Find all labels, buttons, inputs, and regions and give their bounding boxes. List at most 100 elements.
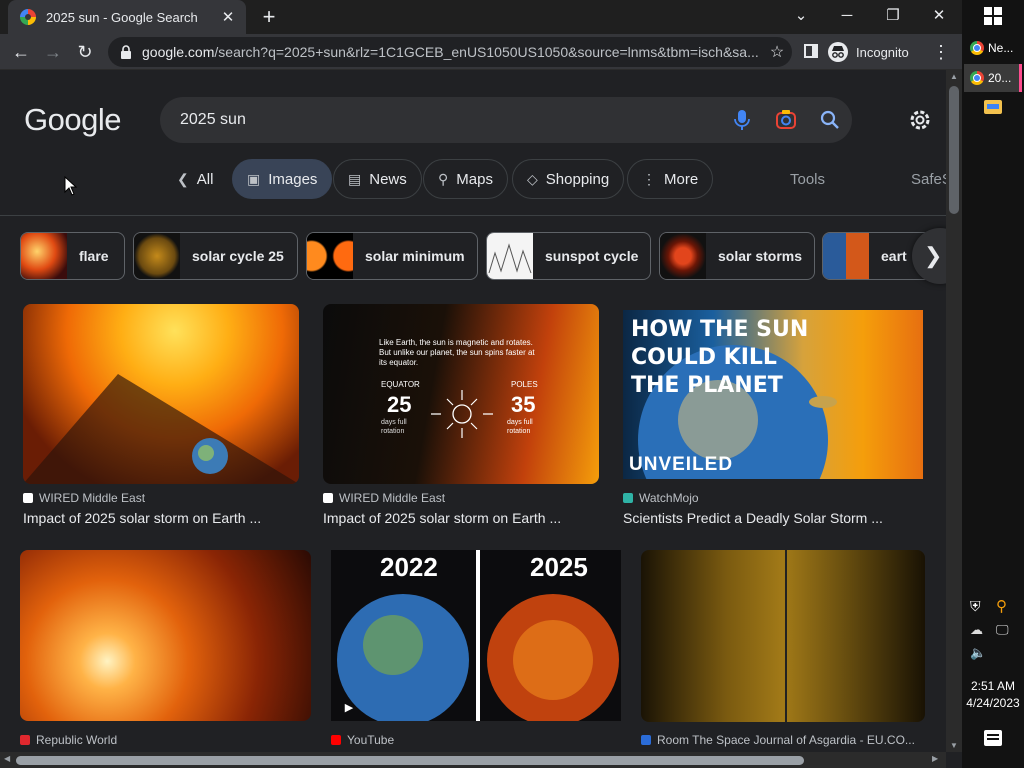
scroll-up-icon[interactable]: ▲ [946, 72, 962, 81]
settings-gear-icon[interactable] [906, 106, 934, 134]
result-thumbnail[interactable] [23, 304, 299, 484]
result-source[interactable]: WIRED Middle East [323, 491, 445, 505]
incognito-icon [828, 42, 848, 62]
result-title[interactable]: Scientists Predict a Deadly Solar Storm … [623, 510, 883, 526]
search-icon[interactable] [808, 97, 852, 143]
lock-icon [121, 45, 131, 59]
tab-maps-label: Maps [456, 170, 493, 188]
browser-tab[interactable]: 2025 sun - Google Search ✕ [8, 0, 246, 34]
image-result-2[interactable]: Like Earth, the sun is magnetic and rota… [323, 304, 599, 534]
incognito-label: Incognito [856, 44, 909, 60]
search-magnifier-icon[interactable]: ⚲ [996, 597, 1007, 615]
tab-images[interactable]: ▣ Images [232, 159, 333, 199]
tab-all[interactable]: ❮ All [162, 159, 228, 199]
tab-shopping[interactable]: ◇ Shopping [512, 159, 625, 199]
side-panel-icon[interactable] [796, 34, 826, 70]
image-result-3[interactable]: HOW THE SUN COULD KILL THE PLANET UNVEIL… [623, 304, 923, 534]
equator-label: EQUATOR [381, 380, 420, 389]
tab-images-label: Images [268, 170, 318, 188]
poles-unit: days full rotation [507, 419, 533, 435]
url-host: google.com [142, 44, 215, 60]
notification-center-icon[interactable] [984, 730, 1002, 746]
image-result-1[interactable]: WIRED Middle East Impact of 2025 solar s… [23, 304, 299, 534]
restore-button[interactable]: ❐ [870, 0, 916, 34]
search-input[interactable]: 2025 sun [180, 111, 720, 129]
year-2022-label: 2022 [380, 552, 438, 582]
address-bar[interactable]: google.com/search?q=2025+sun&rlz=1C1GCEB… [108, 37, 792, 67]
result-source[interactable]: WatchMojo [623, 491, 699, 505]
chip-solar-storms[interactable]: solar storms [659, 232, 815, 280]
safesearch-button[interactable]: SafeS [896, 159, 946, 199]
chip-sunspot-cycle[interactable]: sunspot cycle [486, 232, 651, 280]
system-clock[interactable]: 2:51 AM 4/24/2023 [962, 678, 1024, 712]
scroll-down-icon[interactable]: ▼ [946, 741, 962, 750]
chip-label: solar storms [718, 248, 803, 264]
poles-value: 35 [511, 392, 536, 417]
google-lens-icon[interactable] [764, 97, 808, 143]
taskbar-chrome-window-2[interactable]: 20... [964, 64, 1022, 92]
windows-start-icon[interactable] [984, 7, 1002, 30]
map-pin-icon: ⚲ [438, 170, 449, 187]
chip-label: flare [79, 248, 109, 264]
close-tab-icon[interactable]: ✕ [218, 8, 238, 26]
tag-icon: ◇ [527, 170, 538, 187]
result-thumbnail[interactable] [641, 550, 925, 722]
infographic-text: Like Earth, the sun is magnetic and rota… [379, 338, 535, 367]
network-icon[interactable]: 🖵 [996, 622, 1009, 638]
chrome-icon [970, 41, 984, 55]
source-name: WIRED Middle East [39, 491, 146, 505]
result-source[interactable]: Republic World [20, 733, 117, 747]
result-title[interactable]: Impact of 2025 solar storm on Earth ... [323, 510, 561, 526]
result-thumbnail[interactable]: HOW THE SUN COULD KILL THE PLANET UNVEIL… [623, 310, 923, 479]
vertical-scroll-thumb[interactable] [949, 86, 959, 214]
search-box[interactable]: 2025 sun [160, 97, 852, 143]
file-explorer-icon[interactable] [984, 100, 1002, 114]
result-thumbnail[interactable] [20, 550, 311, 721]
url-path: /search?q=2025+sun&rlz=1C1GCEB_enUS1050U… [214, 44, 759, 60]
scroll-left-icon[interactable]: ◀ [4, 754, 10, 763]
result-thumbnail[interactable]: Like Earth, the sun is magnetic and rota… [323, 304, 599, 484]
chip-flare[interactable]: flare [20, 232, 125, 280]
tab-maps[interactable]: ⚲ Maps [423, 159, 508, 199]
sun-diagram-icon [431, 390, 493, 438]
tab-news[interactable]: ▤ News [333, 159, 422, 199]
volume-icon[interactable]: 🔈 [970, 645, 986, 661]
back-button[interactable]: ← [6, 34, 36, 70]
microphone-icon[interactable] [720, 97, 764, 143]
taskbar-chrome-window-1[interactable]: Ne... [964, 34, 1022, 62]
result-source[interactable]: Room The Space Journal of Asgardia - EU.… [641, 733, 915, 747]
browser-toolbar: ← → ↻ google.com/search?q=2025+sun&rlz=1… [0, 34, 962, 70]
vertical-scrollbar[interactable]: ▲ ▼ [946, 70, 962, 752]
tab-more[interactable]: ⋮ More [627, 159, 714, 199]
task-label: Ne... [988, 41, 1014, 55]
chip-thumbnail [134, 233, 180, 279]
incognito-indicator[interactable]: Incognito [828, 38, 909, 66]
result-thumbnail[interactable]: 2022 2025 ▶ [331, 550, 621, 721]
horizontal-scroll-thumb[interactable] [16, 756, 804, 765]
chip-label: solar cycle 25 [192, 248, 284, 264]
result-source[interactable]: WIRED Middle East [23, 491, 145, 505]
image-result-6[interactable]: Room The Space Journal of Asgardia - EU.… [641, 550, 925, 750]
forward-button[interactable]: → [38, 34, 68, 70]
image-result-4[interactable]: Republic World [20, 550, 311, 750]
security-shield-icon[interactable]: ⛨ [970, 598, 981, 615]
new-tab-button[interactable]: + [256, 4, 282, 30]
tools-button[interactable]: Tools [775, 159, 840, 199]
reload-button[interactable]: ↻ [70, 34, 100, 70]
google-logo[interactable]: Google [24, 102, 121, 138]
chip-thumbnail [21, 233, 67, 279]
tab-shopping-label: Shopping [545, 170, 610, 188]
chip-solar-minimum[interactable]: solar minimum [306, 232, 478, 280]
chip-solar-cycle-25[interactable]: solar cycle 25 [133, 232, 298, 280]
onedrive-cloud-icon[interactable]: ☁ [970, 622, 983, 638]
image-result-5[interactable]: 2022 2025 ▶ YouTube [331, 550, 621, 750]
result-source[interactable]: YouTube [331, 733, 394, 747]
horizontal-scrollbar[interactable]: ◀ ▶ [0, 752, 946, 768]
scroll-right-icon[interactable]: ▶ [932, 754, 938, 763]
close-window-button[interactable]: ✕ [916, 0, 962, 34]
tab-search-chevron-icon[interactable]: ⌄ [778, 0, 824, 34]
chrome-menu-icon[interactable]: ⋮ [926, 34, 956, 70]
minimize-button[interactable]: ─ [824, 0, 870, 34]
bookmark-star-icon[interactable]: ☆ [762, 42, 792, 62]
result-title[interactable]: Impact of 2025 solar storm on Earth ... [23, 510, 261, 526]
